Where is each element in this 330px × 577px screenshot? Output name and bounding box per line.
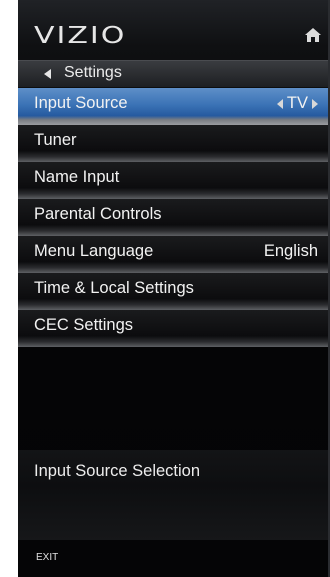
menu-item-label: Menu Language (34, 242, 154, 260)
menu-item-name-input[interactable]: Name Input (18, 162, 330, 199)
back-to-settings[interactable]: Settings (18, 60, 330, 87)
menu-item-cec-settings[interactable]: CEC Settings (18, 310, 330, 347)
menu-item-label: Name Input (34, 168, 120, 186)
home-icon[interactable] (304, 26, 322, 44)
menu-item-menu-language[interactable]: Menu Language English (18, 236, 330, 273)
input-source-selector[interactable]: TV (276, 94, 318, 113)
menu-item-label: CEC Settings (34, 316, 134, 334)
menu-item-label: Time & Local Settings (34, 279, 194, 297)
exit-button[interactable]: EXIT (36, 552, 58, 563)
menu-item-label: Input Source (34, 94, 128, 112)
header: VIZIO (18, 18, 330, 60)
menu-item-parental-controls[interactable]: Parental Controls (18, 199, 330, 236)
settings-menu: Input Source TV Tuner Name Input Parenta… (18, 88, 330, 347)
menu-item-input-source[interactable]: Input Source TV (18, 88, 330, 125)
chevron-right-icon[interactable] (312, 98, 318, 109)
tv-settings-panel: VIZIO Settings Input Source TV Tuner Nam… (18, 0, 330, 577)
footer: EXIT (18, 540, 330, 577)
description-text: Input Source Selection (34, 462, 201, 480)
menu-item-time-local-settings[interactable]: Time & Local Settings (18, 273, 330, 310)
back-label: Settings (64, 64, 122, 81)
chevron-left-icon[interactable] (276, 98, 283, 109)
brand-logo: VIZIO (34, 22, 127, 50)
menu-item-label: Parental Controls (34, 205, 162, 223)
menu-item-value: TV (286, 94, 308, 112)
menu-item-label: Tuner (34, 131, 77, 149)
back-arrow-icon (44, 69, 51, 79)
menu-item-value: English (263, 242, 318, 260)
description-panel: Input Source Selection (18, 450, 330, 540)
menu-item-tuner[interactable]: Tuner (18, 125, 330, 162)
